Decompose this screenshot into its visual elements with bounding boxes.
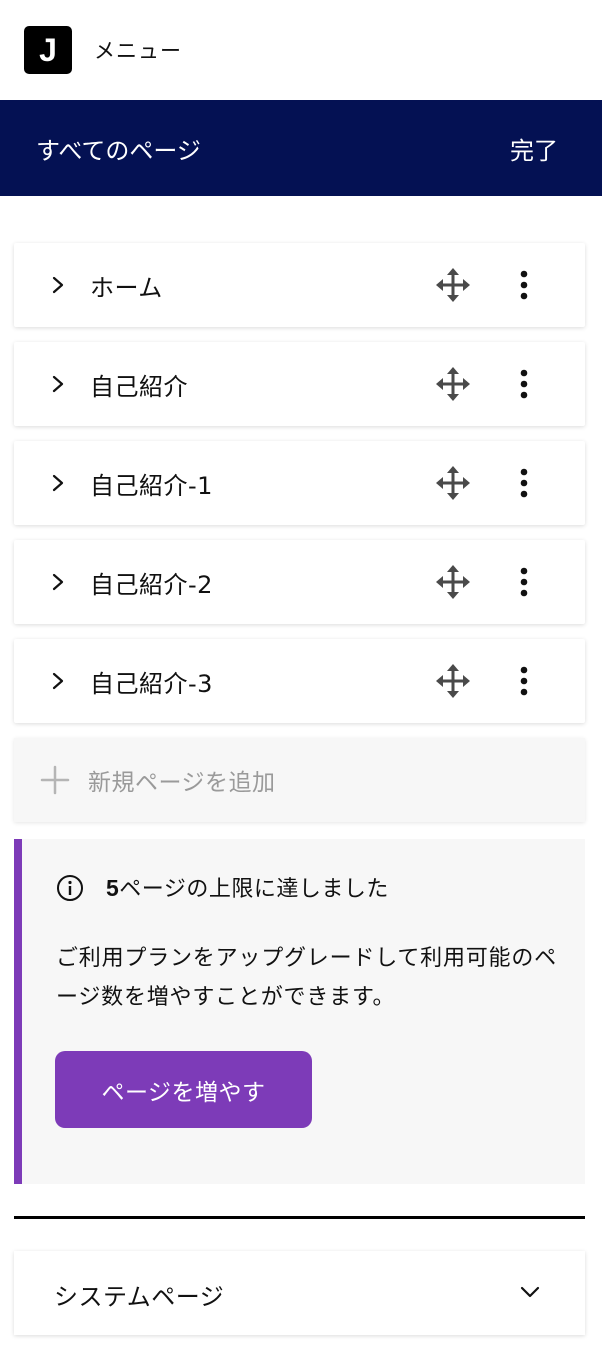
page-item-home[interactable]: ホーム [14,243,585,327]
add-page-label: 新規ページを追加 [88,770,276,796]
page-item-label: 自己紹介-3 [90,669,213,698]
page-item-about-2[interactable]: 自己紹介-2 [14,540,585,624]
plus-icon [40,765,70,795]
more-vertical-icon[interactable] [510,467,538,499]
page-item-label: 自己紹介 [90,372,188,401]
app-logo[interactable]: J [24,26,72,74]
chevron-right-icon[interactable] [48,273,68,297]
page-item-label: 自己紹介-1 [90,471,213,500]
move-icon[interactable] [436,367,470,401]
all-pages-header: すべてのページ 完了 [0,100,602,196]
page-limit-notice: 5ページの上限に達しました ご利用プランをアップグレードして利用可能のページ数を… [14,839,585,1184]
chevron-right-icon[interactable] [48,471,68,495]
page-item-about[interactable]: 自己紹介 [14,342,585,426]
divider [14,1216,585,1219]
top-bar: J メニュー [0,0,602,100]
page-item-about-1[interactable]: 自己紹介-1 [14,441,585,525]
info-icon [57,875,83,901]
more-vertical-icon[interactable] [510,665,538,697]
limit-count: 5 [106,875,120,901]
limit-title: 5ページの上限に達しました [106,871,389,903]
chevron-down-icon [520,1286,540,1298]
page-item-label: 自己紹介-2 [90,570,213,599]
add-page-button[interactable]: 新規ページを追加 [14,738,585,822]
more-vertical-icon[interactable] [510,269,538,301]
move-icon[interactable] [436,466,470,500]
chevron-right-icon[interactable] [48,669,68,693]
page-item-about-3[interactable]: 自己紹介-3 [14,639,585,723]
chevron-right-icon[interactable] [48,570,68,594]
add-pages-button[interactable]: ページを増やす [55,1051,312,1128]
limit-description: ご利用プランをアップグレードして利用可能のページ数を増やすことができます。 [56,946,557,1010]
chevron-right-icon[interactable] [48,372,68,396]
move-icon[interactable] [436,565,470,599]
page-list: ホーム 自己紹介 自己紹介-1 自己紹介-2 自己紹介-3 新規ページを追加 [14,243,585,822]
move-icon[interactable] [436,268,470,302]
more-vertical-icon[interactable] [510,566,538,598]
system-pages-label: システムページ [54,1283,225,1311]
done-button[interactable]: 完了 [510,131,558,166]
limit-title-text: ページの上限に達しました [119,877,389,902]
menu-label: メニュー [94,39,182,63]
page-item-label: ホーム [90,273,163,302]
more-vertical-icon[interactable] [510,368,538,400]
move-icon[interactable] [436,664,470,698]
all-pages-title: すべてのページ [36,136,201,165]
system-pages-toggle[interactable]: システムページ [14,1251,585,1335]
